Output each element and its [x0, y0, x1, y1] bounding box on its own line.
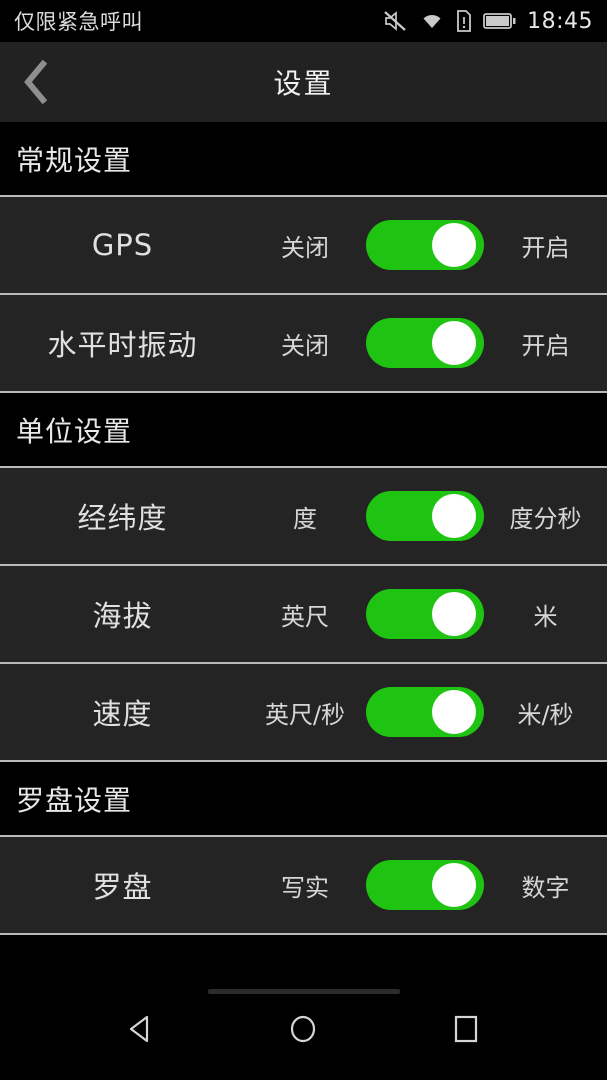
section-header: 罗盘设置 — [0, 762, 607, 837]
toggle-knob — [432, 592, 476, 636]
setting-row: GPS 关闭 开启 — [0, 197, 607, 295]
mute-icon — [384, 11, 406, 31]
clock-label: 18:45 — [527, 8, 593, 34]
toggle-knob — [432, 494, 476, 538]
back-chevron-icon — [24, 60, 48, 104]
setting-label: 水平时振动 — [47, 328, 198, 362]
section-header: 单位设置 — [0, 393, 607, 468]
wifi-icon — [423, 14, 441, 28]
setting-label: 罗盘 — [92, 870, 153, 904]
carrier-label: 仅限紧急呼叫 — [14, 10, 143, 34]
section-title: 罗盘设置 — [16, 783, 133, 817]
settings-list: 常规设置 GPS 关闭 开启 水平时振动 关闭 开启 单位设置 经纬度度度分秒 海拔 英尺米速度 英尺… — [0, 122, 607, 935]
phone-screen: 仅限紧急呼叫 18:45 设置 常规设置 GPS 关闭 开启 水平时振动 关闭 … — [0, 0, 607, 1080]
option-right-label[interactable]: 度分秒 — [484, 499, 607, 534]
toggle-switch[interactable] — [366, 318, 484, 368]
option-left-label[interactable]: 英尺/秒 — [245, 695, 365, 730]
android-nav-bar — [0, 944, 607, 1080]
setting-row: 速度 英尺/秒 米/秒 — [0, 664, 607, 762]
home-circle-icon — [291, 1015, 316, 1043]
option-right-label[interactable]: 米 — [484, 597, 607, 632]
option-left-label[interactable]: 写实 — [245, 868, 365, 903]
nav-recents-button[interactable] — [421, 992, 511, 1066]
back-button[interactable] — [0, 42, 72, 122]
setting-label: GPS — [91, 228, 154, 262]
option-right-label[interactable]: 米/秒 — [484, 695, 607, 730]
status-bar: 仅限紧急呼叫 18:45 — [0, 0, 607, 42]
option-left-label[interactable]: 度 — [245, 499, 365, 534]
toggle-switch[interactable] — [366, 687, 484, 737]
nav-home-button[interactable] — [258, 992, 348, 1066]
battery-icon — [483, 13, 516, 29]
toggle-knob — [432, 863, 476, 907]
section-title: 单位设置 — [16, 414, 133, 448]
option-left-label[interactable]: 英尺 — [245, 597, 365, 632]
toggle-knob — [432, 690, 476, 734]
setting-row: 罗盘 写实 数字 — [0, 837, 607, 935]
recents-square-icon — [454, 1015, 477, 1043]
toggle-knob — [432, 321, 476, 365]
setting-row: 海拔 英尺 米 — [0, 566, 607, 664]
app-header: 设置 — [0, 42, 607, 122]
section-title: 常规设置 — [16, 143, 133, 177]
option-right-label[interactable]: 开启 — [484, 228, 607, 263]
setting-row: 经纬度 度 度分秒 — [0, 468, 607, 566]
option-left-label[interactable]: 关闭 — [245, 228, 365, 263]
section-header: 常规设置 — [0, 122, 607, 197]
setting-label: 经纬度 — [77, 501, 168, 535]
option-left-label[interactable]: 关闭 — [245, 326, 365, 361]
option-right-label[interactable]: 开启 — [484, 326, 607, 361]
page-title: 设置 — [273, 67, 334, 100]
drag-handle[interactable] — [207, 989, 400, 994]
nav-icons — [0, 992, 607, 1080]
toggle-switch[interactable] — [366, 860, 484, 910]
toggle-knob — [432, 223, 476, 267]
back-triangle-icon — [130, 1015, 149, 1043]
nav-back-button[interactable] — [96, 992, 186, 1066]
setting-row: 水平时振动 关闭 开启 — [0, 295, 607, 393]
toggle-switch[interactable] — [366, 589, 484, 639]
setting-label: 海拔 — [92, 599, 153, 633]
status-icons: 18:45 — [383, 9, 593, 34]
toggle-switch[interactable] — [366, 220, 484, 270]
setting-label: 速度 — [92, 697, 153, 731]
sim-card-alert-icon — [457, 10, 471, 32]
option-right-label[interactable]: 数字 — [484, 868, 607, 903]
toggle-switch[interactable] — [366, 491, 484, 541]
